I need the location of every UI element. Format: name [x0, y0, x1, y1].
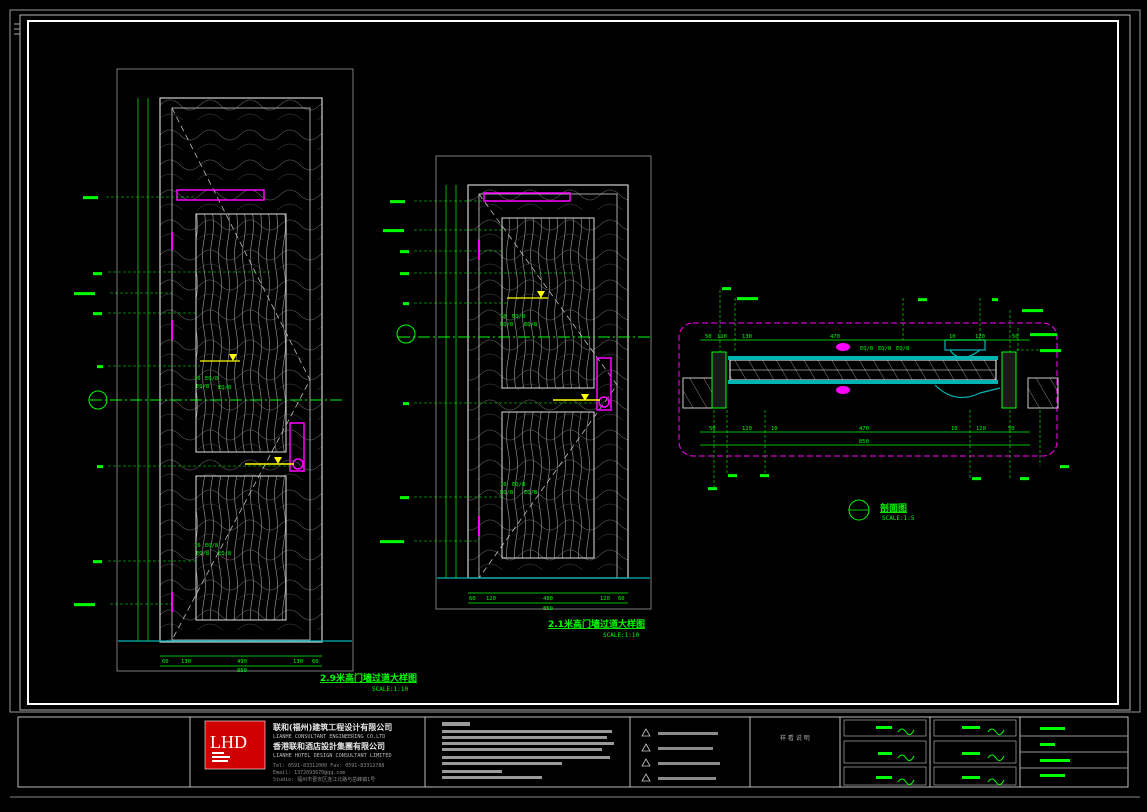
svg-text:■■■: ■■■	[722, 286, 731, 292]
cad-drawing-sheet: ■■■■■■■■ ■■■■■■■■■■ ■■■■ ■■■■■■■■■■ 60 13…	[9, 9, 1141, 798]
svg-text:EQ/8: EQ/8	[860, 346, 873, 352]
svg-text:■■■: ■■■	[972, 476, 981, 482]
svg-text:■■: ■■	[403, 401, 409, 407]
svg-text:■■■■■■■: ■■■■■■■	[1022, 308, 1043, 314]
title-block: LHD 联和(福州)建筑工程设计有限公司 LIANHE CONSULTANT E…	[10, 716, 1140, 798]
company-cn-1: 联和(福州)建筑工程设计有限公司	[273, 722, 392, 732]
section-scale: SCALE:1:5	[882, 515, 915, 522]
elevation-a-scale: SCALE:1:10	[372, 686, 409, 693]
svg-text:■■■■■■■: ■■■■■■■	[1040, 348, 1061, 354]
svg-text:50: 50	[709, 426, 716, 432]
svg-text:EQ/8: EQ/8	[196, 551, 209, 557]
door-elevation-a: ■■■■■■■■ ■■■■■■■■■■ ■■■■ ■■■■■■■■■■ 60 13…	[74, 68, 417, 693]
svg-text:EQ/8: EQ/8	[196, 384, 209, 390]
svg-text:60: 60	[162, 659, 169, 665]
svg-text:470: 470	[830, 334, 840, 340]
svg-text:60: 60	[312, 659, 319, 665]
contact-line-2: Email: 1372093670@qq.com	[273, 770, 345, 776]
svg-text:50: 50	[1008, 426, 1015, 432]
svg-text:■■■: ■■■	[400, 249, 409, 255]
svg-text:■■■: ■■■	[728, 473, 737, 479]
svg-text:60: 60	[469, 596, 476, 602]
company-logo: LHD	[210, 732, 247, 752]
svg-text:10: 10	[949, 334, 956, 340]
svg-text:120: 120	[742, 426, 752, 432]
svg-text:■■■■■■■: ■■■■■■■	[383, 228, 404, 234]
svg-text:120: 120	[486, 596, 496, 602]
svg-text:10: 10	[951, 426, 958, 432]
svg-text:■■■: ■■■	[1060, 464, 1069, 470]
svg-text:■■■: ■■■	[1020, 476, 1029, 482]
svg-text:10: 10	[500, 482, 507, 488]
svg-text:120: 120	[976, 426, 986, 432]
svg-text:■■■: ■■■	[93, 311, 102, 317]
svg-text:50: 50	[705, 334, 712, 340]
svg-text:110: 110	[717, 334, 727, 340]
svg-text:EQ/8: EQ/8	[524, 490, 537, 496]
elevation-b-scale: SCALE:1:10	[603, 632, 640, 639]
svg-text:■■■■■■■■■: ■■■■■■■■■	[1030, 332, 1057, 338]
svg-text:470: 470	[859, 426, 869, 432]
svg-text:■■■■■■■: ■■■■■■■	[74, 291, 95, 297]
svg-text:10: 10	[194, 543, 201, 549]
svg-text:10: 10	[194, 376, 201, 382]
svg-text:EQ/8: EQ/8	[205, 376, 218, 382]
svg-text:490: 490	[237, 659, 247, 665]
svg-text:10: 10	[771, 426, 778, 432]
svg-text:60: 60	[618, 596, 625, 602]
svg-text:■■: ■■	[97, 364, 103, 370]
svg-text:480: 480	[543, 596, 553, 602]
svg-text:130: 130	[293, 659, 303, 665]
svg-text:130: 130	[181, 659, 191, 665]
svg-text:■■■: ■■■	[93, 559, 102, 565]
elevation-a-title: 2.9米高门墙过道大样图	[320, 672, 417, 684]
door-elevation-b: ■■■■■■■■■■■■ ■■■■■■ ■■■■ ■■■■■■■■■■■ 60 1…	[380, 155, 652, 639]
company-cn-2: 香港联和酒店設計集團有限公司	[272, 741, 385, 751]
contact-line-3: Studio: 福州市晋安区连江北路与岳峰镇1号	[273, 776, 375, 783]
svg-text:■■■■■■■: ■■■■■■■	[74, 602, 95, 608]
svg-text:■■■■■: ■■■■■	[83, 195, 98, 201]
svg-text:EQ/8: EQ/8	[500, 322, 513, 328]
svg-text:■■■: ■■■	[93, 271, 102, 277]
svg-text:■■■■■: ■■■■■	[390, 199, 405, 205]
company-en-1: LIANHE CONSULTANT ENGINEERING CO.LTD	[273, 734, 385, 740]
svg-text:■■■: ■■■	[400, 271, 409, 277]
svg-text:■■■■■■■■: ■■■■■■■■	[380, 539, 404, 545]
svg-text:EQ/8: EQ/8	[500, 490, 513, 496]
svg-text:50: 50	[1012, 334, 1019, 340]
svg-text:10: 10	[500, 314, 507, 320]
svg-text:EQ/8: EQ/8	[218, 385, 231, 391]
door-section: EQ/8 EQ/8 EQ/8 50 110 130 470 10 120 50 50 120 1…	[678, 286, 1069, 522]
stamp-label: 样 看 说 明	[780, 734, 810, 742]
svg-text:850: 850	[543, 606, 553, 612]
svg-text:■■: ■■	[992, 297, 998, 303]
contact-line-1: Tel: 0591-83312000 Fax: 0591-83312788	[273, 763, 384, 769]
svg-text:■■■: ■■■	[760, 473, 769, 479]
svg-text:EQ/8: EQ/8	[512, 314, 525, 320]
svg-text:EQ/8: EQ/8	[896, 346, 909, 352]
svg-text:■■: ■■	[97, 464, 103, 470]
svg-text:EQ/8: EQ/8	[218, 551, 231, 557]
svg-text:■■: ■■	[403, 301, 409, 307]
svg-text:■■■■■■■: ■■■■■■■	[737, 296, 758, 302]
svg-text:850: 850	[859, 439, 869, 445]
svg-text:■■■: ■■■	[708, 486, 717, 492]
elevation-b-title: 2.1米高门墙过道大样图	[548, 618, 645, 630]
svg-text:120: 120	[600, 596, 610, 602]
company-en-2: LIANHE HOTEL DESIGN CONSULTANT LIMITED	[273, 753, 392, 759]
svg-text:130: 130	[742, 334, 752, 340]
svg-text:EQ/8: EQ/8	[524, 322, 537, 328]
svg-text:■■■: ■■■	[400, 495, 409, 501]
svg-text:EQ/8: EQ/8	[512, 482, 525, 488]
svg-text:850: 850	[237, 668, 247, 674]
svg-text:■■■: ■■■	[918, 297, 927, 303]
section-title: 剖面图	[880, 502, 907, 514]
svg-text:EQ/8: EQ/8	[878, 346, 891, 352]
svg-text:EQ/8: EQ/8	[205, 543, 218, 549]
